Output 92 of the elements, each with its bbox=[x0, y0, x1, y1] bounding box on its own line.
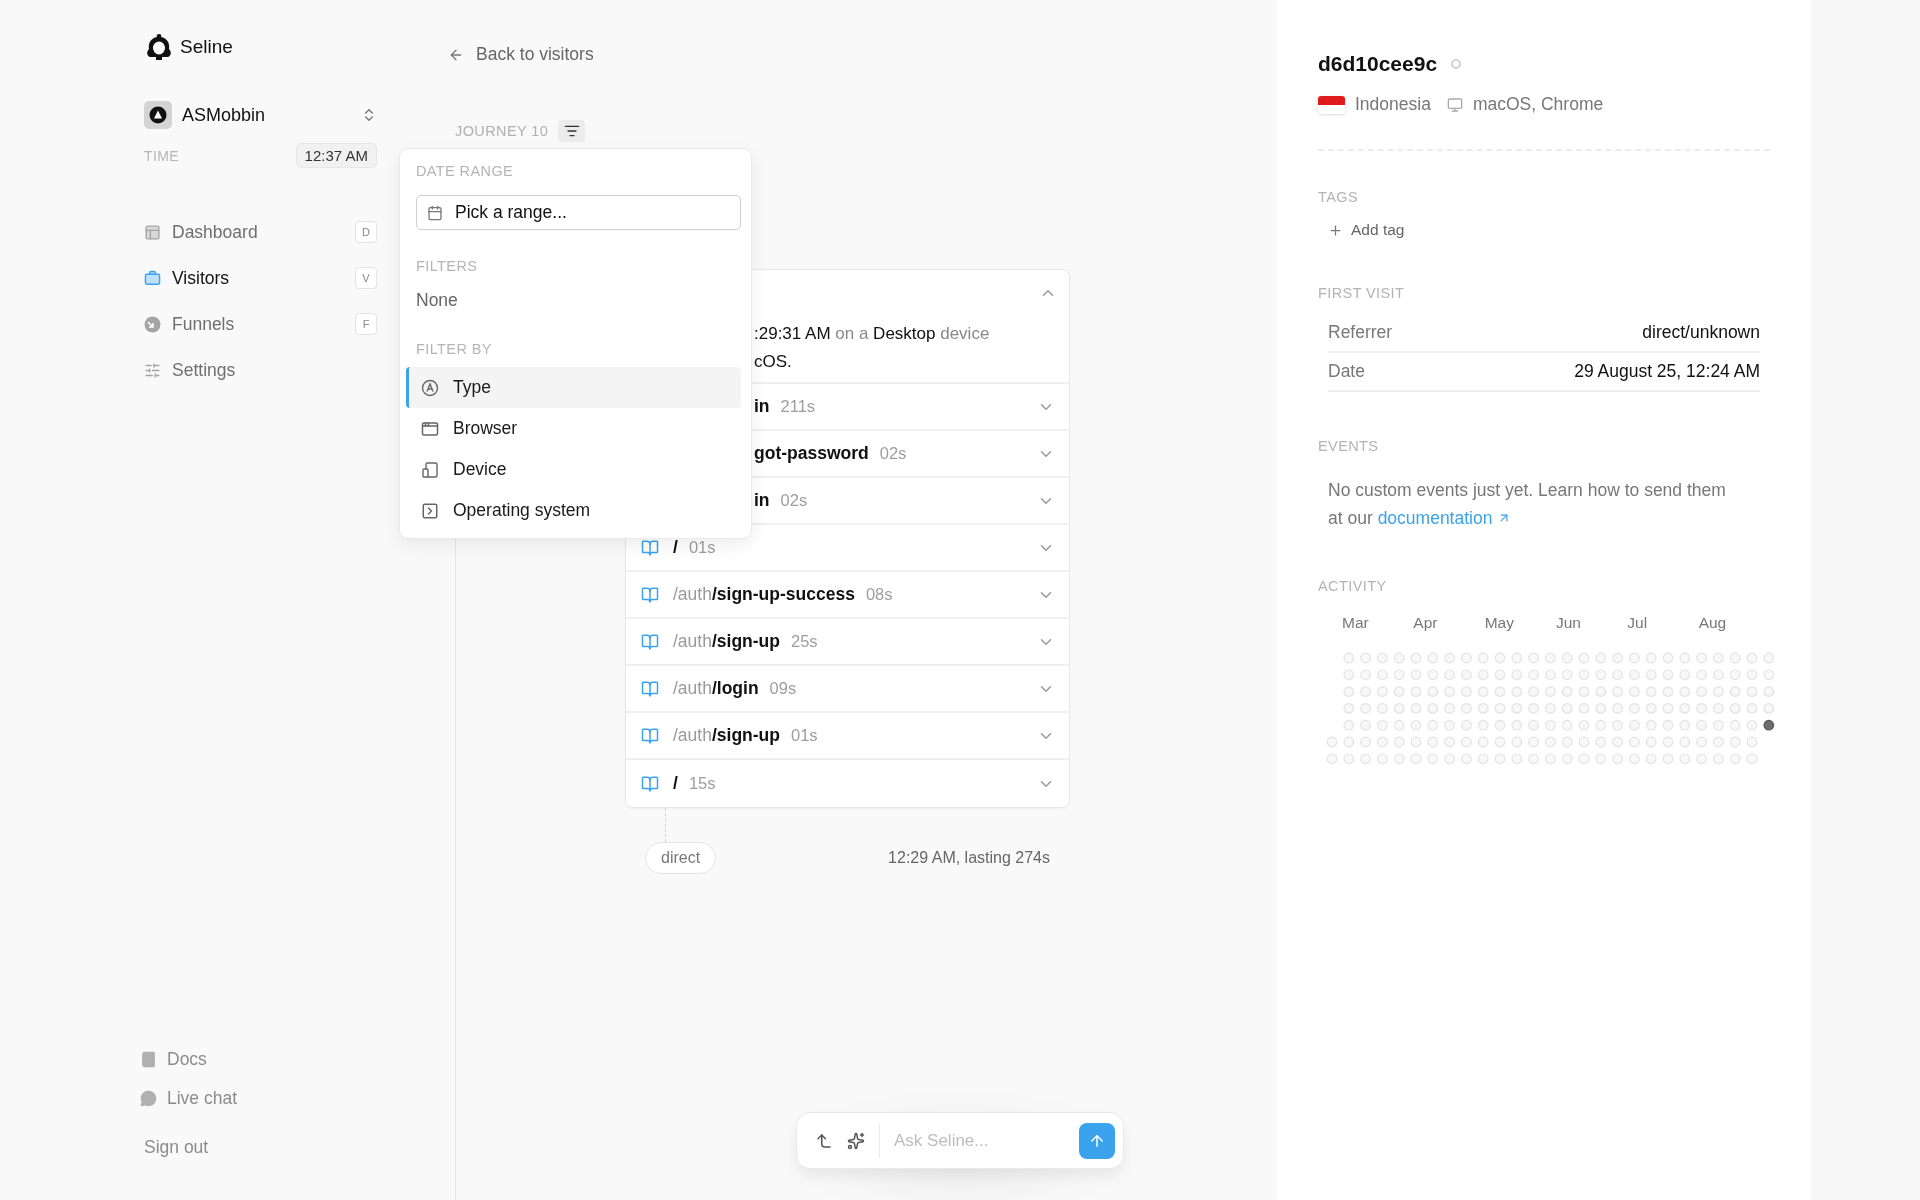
system-info: macOS, Chrome bbox=[1472, 94, 1604, 115]
back-link[interactable]: Back to visitors bbox=[448, 44, 1277, 65]
send-button[interactable] bbox=[1079, 1122, 1115, 1159]
visitor-id: d6d10cee9c bbox=[1318, 52, 1438, 76]
logo-icon bbox=[144, 32, 174, 62]
time-label: TIME bbox=[144, 147, 180, 164]
add-tag-button[interactable]: Add tag bbox=[1328, 221, 1770, 239]
duration: 211s bbox=[780, 397, 817, 416]
date-range-field[interactable]: Pick a range... bbox=[416, 195, 741, 230]
flag-icon bbox=[1318, 95, 1345, 114]
section-label: FILTER BY bbox=[416, 341, 493, 357]
page-path: /auth/login bbox=[673, 678, 759, 699]
page-path: /auth/sign-up bbox=[673, 631, 780, 652]
journey-title: JOURNEY 10 bbox=[455, 123, 549, 139]
dashboard-icon bbox=[144, 223, 161, 241]
filter-icon bbox=[563, 123, 580, 139]
nav-item[interactable]: Dashboard D bbox=[144, 216, 377, 248]
field-value: 29 August 25, 12:24 AM bbox=[1574, 361, 1760, 382]
book-icon bbox=[641, 538, 659, 557]
filter-option[interactable]: Type bbox=[406, 367, 741, 408]
page-row[interactable]: /auth/sign-up 01s bbox=[626, 713, 1069, 760]
visit-description: :29:31 AM on a Desktop device bbox=[754, 323, 991, 345]
field-value: direct/unknown bbox=[1642, 322, 1760, 343]
duration: 15s bbox=[688, 774, 717, 793]
nav-item[interactable]: Visitors V bbox=[144, 262, 377, 294]
shortcut-key: D bbox=[355, 221, 377, 243]
page-path: / bbox=[673, 773, 678, 794]
chat-icon bbox=[140, 1090, 157, 1107]
section-label: DATE RANGE bbox=[416, 163, 515, 179]
page-path: in bbox=[754, 490, 770, 511]
corner-up-icon[interactable] bbox=[815, 1131, 833, 1150]
duration: 09s bbox=[769, 679, 798, 698]
section-label: TAGS bbox=[1318, 189, 1359, 205]
field-label: Referrer bbox=[1328, 322, 1393, 343]
month-label: Mar bbox=[1342, 614, 1370, 632]
page-path: /auth/sign-up bbox=[673, 725, 780, 746]
duration: 25s bbox=[791, 632, 819, 651]
chat-box[interactable]: Ask Seline... bbox=[796, 1112, 1124, 1169]
monitor-icon bbox=[1446, 96, 1463, 113]
duration: 02s bbox=[780, 491, 809, 510]
book-icon bbox=[641, 632, 659, 651]
page-row[interactable]: /auth/sign-up 25s bbox=[626, 619, 1069, 666]
nav-item[interactable]: Funnels F bbox=[144, 308, 377, 340]
time-value: 12:37 AM bbox=[295, 143, 377, 168]
visit-description: cOS. bbox=[754, 351, 793, 373]
page-path: / bbox=[673, 537, 678, 558]
country: Indonesia bbox=[1355, 94, 1431, 115]
section-label: ACTIVITY bbox=[1318, 578, 1388, 594]
sparkle-icon[interactable] bbox=[847, 1131, 865, 1150]
filters-value: None bbox=[416, 290, 459, 311]
page-path: /auth/sign-up-success bbox=[673, 584, 855, 605]
month-label: May bbox=[1484, 614, 1515, 632]
brand-name: Seline bbox=[180, 36, 233, 58]
events-message: No custom events just yet. Learn how to send them at our documentation bbox=[1328, 479, 1727, 530]
project-avatar bbox=[144, 101, 172, 129]
duration: 08s bbox=[865, 585, 894, 604]
project-name[interactable]: ASMobbin bbox=[182, 104, 361, 126]
terminal-icon bbox=[421, 501, 439, 520]
book-icon bbox=[140, 1051, 157, 1068]
visit-summary: 12:29 AM, lasting 274s bbox=[888, 849, 1050, 867]
window-icon bbox=[421, 419, 439, 438]
letter-circle-icon bbox=[421, 378, 439, 397]
book-icon bbox=[641, 585, 659, 604]
month-label: Aug bbox=[1698, 614, 1728, 632]
calendar-icon bbox=[427, 204, 443, 221]
source-tag: direct bbox=[645, 842, 717, 874]
page-row[interactable]: / 15s bbox=[626, 760, 1069, 807]
page-path: in bbox=[754, 396, 770, 417]
page-path: got-password bbox=[754, 443, 869, 464]
section-label: FILTERS bbox=[416, 258, 479, 274]
briefcase-icon bbox=[144, 269, 161, 287]
duration: 01s bbox=[791, 726, 819, 745]
month-label: Apr bbox=[1413, 614, 1439, 632]
book-icon bbox=[641, 774, 659, 793]
book-icon bbox=[641, 679, 659, 698]
page-row[interactable]: /auth/login 09s bbox=[626, 666, 1069, 713]
section-label: EVENTS bbox=[1318, 438, 1380, 454]
devices-icon bbox=[421, 460, 439, 479]
book-icon bbox=[641, 726, 659, 745]
duration: 01s bbox=[688, 538, 717, 557]
duration: 02s bbox=[879, 444, 908, 463]
section-label: FIRST VISIT bbox=[1318, 285, 1406, 301]
nav-item[interactable]: Settings bbox=[144, 354, 377, 386]
page-row[interactable]: /auth/sign-up-success 08s bbox=[626, 572, 1069, 619]
shortcut-key: V bbox=[355, 267, 377, 289]
field-label: Date bbox=[1328, 361, 1365, 382]
month-label: Jun bbox=[1556, 614, 1582, 632]
shortcut-key: F bbox=[355, 313, 377, 335]
filter-button[interactable] bbox=[558, 120, 586, 142]
plus-icon bbox=[1328, 222, 1343, 238]
sliders-icon bbox=[144, 361, 161, 379]
month-label: Jul bbox=[1627, 614, 1649, 632]
